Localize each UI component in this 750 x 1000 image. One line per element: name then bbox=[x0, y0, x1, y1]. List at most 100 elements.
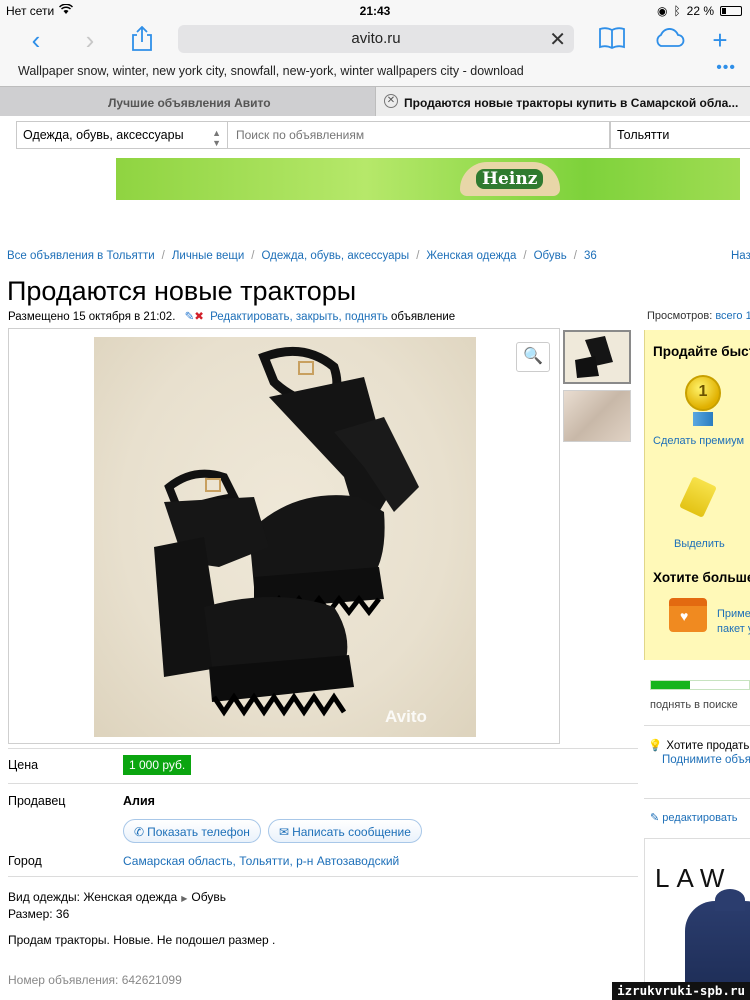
divider bbox=[8, 876, 638, 877]
tab-avito-best[interactable]: Лучшие объявления Авито bbox=[0, 87, 375, 116]
breadcrumb-item[interactable]: Женская одежда bbox=[426, 250, 516, 262]
thumbnail-1[interactable] bbox=[563, 330, 631, 384]
edit-link-label: редактировать bbox=[662, 812, 738, 824]
platform-shoes-image bbox=[154, 346, 419, 717]
make-premium-link[interactable]: Сделать премиум bbox=[653, 435, 744, 447]
divider bbox=[644, 725, 750, 726]
promo-title: Продайте быст bbox=[653, 344, 750, 359]
pencil-icon: ✎ bbox=[184, 311, 195, 323]
highlight-link[interactable]: Выделить bbox=[674, 538, 725, 550]
ad-number: Номер объявления: 642621099 bbox=[8, 973, 182, 987]
sell-tip: 💡 Хотите продать б bbox=[648, 738, 750, 752]
seller-label: Продавец bbox=[8, 794, 66, 808]
clock: 21:43 bbox=[359, 4, 391, 18]
banner-ad[interactable]: Heinz bbox=[116, 158, 740, 200]
page-title: Продаются новые тракторы bbox=[7, 276, 357, 306]
search-row: Одежда, обувь, аксессуары ▲▼ Тольятти bbox=[16, 121, 750, 151]
side-ad[interactable]: LAW bbox=[644, 838, 750, 1000]
promo-panel: Продайте быст 1 Сделать премиум Выделить… bbox=[644, 330, 750, 660]
new-tab-icon[interactable]: + bbox=[706, 26, 734, 54]
edit-close-raise-link[interactable]: Редактировать, закрыть, поднять bbox=[210, 311, 388, 323]
pencil-icon: ✎ bbox=[650, 812, 663, 824]
share-icon[interactable] bbox=[128, 25, 156, 54]
address-bar[interactable]: avito.ru ✕ bbox=[178, 25, 574, 53]
main-photo[interactable] bbox=[94, 337, 476, 737]
breadcrumb-next-link[interactable]: Наз bbox=[731, 250, 750, 262]
clothing-type-label: Вид одежды: Женская одежда bbox=[8, 890, 178, 904]
bookmark-item[interactable]: Wallpaper snow, winter, new york city, s… bbox=[18, 64, 524, 78]
size-info: Размер: 36 bbox=[8, 907, 70, 921]
site-watermark: izrukvruki-spb.ru bbox=[612, 982, 750, 1000]
price-badge: 1 000 руб. bbox=[123, 755, 192, 775]
back-icon[interactable]: ‹ bbox=[22, 26, 50, 54]
city-select[interactable]: Тольятти bbox=[610, 121, 750, 149]
bluetooth-icon: ᛒ bbox=[673, 4, 681, 18]
divider bbox=[8, 748, 638, 749]
close-tab-icon[interactable]: ✕ bbox=[384, 94, 398, 108]
more-icon[interactable]: ••• bbox=[716, 59, 736, 77]
clothing-type-value: Обувь bbox=[191, 890, 226, 904]
thumbnail-shoe-image bbox=[575, 336, 613, 378]
url-text: avito.ru bbox=[351, 30, 401, 47]
breadcrumb-item[interactable]: Одежда, обувь, аксессуары bbox=[261, 250, 409, 262]
price-label: Цена bbox=[8, 758, 39, 772]
clear-url-icon[interactable]: ✕ bbox=[549, 27, 566, 52]
breadcrumb-item[interactable]: Все объявления в Тольятти bbox=[7, 250, 155, 262]
city-value: Тольятти bbox=[617, 128, 670, 142]
forward-icon[interactable]: › bbox=[76, 26, 104, 54]
ad-brand: LAW bbox=[655, 863, 732, 893]
breadcrumb-item[interactable]: 36 bbox=[584, 250, 597, 262]
status-right: ◉ ᛒ 22 % bbox=[657, 4, 742, 18]
zoom-icon: 🔍 bbox=[523, 348, 543, 365]
avito-watermark: Avito bbox=[385, 707, 427, 726]
sell-tip-text: Хотите продать б bbox=[666, 740, 750, 752]
icloud-tabs-icon[interactable] bbox=[652, 26, 686, 54]
city-link[interactable]: Самарская область, Тольятти, р-н Автозав… bbox=[123, 854, 399, 868]
battery-percent: 22 % bbox=[686, 4, 714, 18]
divider bbox=[644, 798, 750, 799]
lightbulb-icon: 💡 bbox=[648, 740, 663, 752]
breadcrumb-item[interactable]: Обувь bbox=[534, 250, 567, 262]
premium-medal-icon: 1 bbox=[685, 375, 721, 411]
clothing-type: Вид одежды: Женская одежда ▶ Обувь bbox=[8, 890, 226, 904]
delete-icon: ✖ bbox=[194, 311, 204, 323]
search-input[interactable] bbox=[228, 121, 610, 149]
tab-bar: Лучшие объявления Авито ✕ Продаются новы… bbox=[0, 86, 750, 116]
views-count: Просмотров: всего 1 bbox=[647, 310, 750, 322]
more-title: Хотите больше bbox=[653, 570, 750, 585]
package-line-2[interactable]: пакет у bbox=[717, 623, 750, 635]
tab-current-listing[interactable]: ✕ Продаются новые тракторы купить в Сама… bbox=[375, 87, 750, 116]
select-arrows-icon: ▲ ▼ bbox=[212, 128, 221, 148]
show-phone-button[interactable]: ✆ Показать телефон bbox=[123, 819, 261, 843]
rotation-lock-icon: ◉ bbox=[656, 4, 668, 18]
search-position-progress bbox=[650, 680, 750, 690]
envelope-icon: ✉ bbox=[279, 825, 290, 839]
phone-icon: ✆ bbox=[134, 825, 145, 839]
raise-ad-link[interactable]: Поднимите объяв bbox=[662, 754, 750, 766]
package-line-1[interactable]: Приме bbox=[717, 608, 750, 620]
medal-ribbon-icon bbox=[693, 412, 713, 426]
category-select[interactable]: Одежда, обувь, аксессуары ▲ ▼ bbox=[16, 121, 228, 149]
posted-info: Размещено 15 октября в 21:02. ✎✖ Редакти… bbox=[8, 309, 455, 323]
edit-suffix: объявление bbox=[387, 311, 456, 323]
edit-link[interactable]: ✎ редактировать bbox=[650, 811, 738, 824]
views-link[interactable]: всего 1 bbox=[715, 310, 750, 322]
seller-name: Алия bbox=[123, 794, 155, 808]
divider bbox=[8, 783, 638, 784]
write-message-button[interactable]: ✉ Написать сообщение bbox=[268, 819, 422, 843]
category-value: Одежда, обувь, аксессуары bbox=[23, 128, 184, 142]
description: Продам тракторы. Новые. Не подошел разме… bbox=[8, 933, 276, 947]
thumbnail-2[interactable] bbox=[563, 390, 631, 442]
photo-gallery bbox=[8, 328, 560, 744]
show-phone-label: Показать телефон bbox=[147, 825, 250, 839]
zoom-button[interactable]: 🔍 bbox=[516, 342, 550, 372]
tab-label: Продаются новые тракторы купить в Самарс… bbox=[404, 96, 739, 110]
package-box-icon bbox=[669, 598, 707, 632]
breadcrumb-item[interactable]: Личные вещи bbox=[172, 250, 244, 262]
progress-fill bbox=[651, 681, 691, 689]
bookmarks-book-icon[interactable] bbox=[598, 26, 626, 54]
browser-toolbar: ‹ › avito.ru ✕ + bbox=[0, 22, 750, 58]
write-message-label: Написать сообщение bbox=[292, 825, 411, 839]
views-label: Просмотров: bbox=[647, 310, 716, 322]
city-label: Город bbox=[8, 854, 42, 868]
